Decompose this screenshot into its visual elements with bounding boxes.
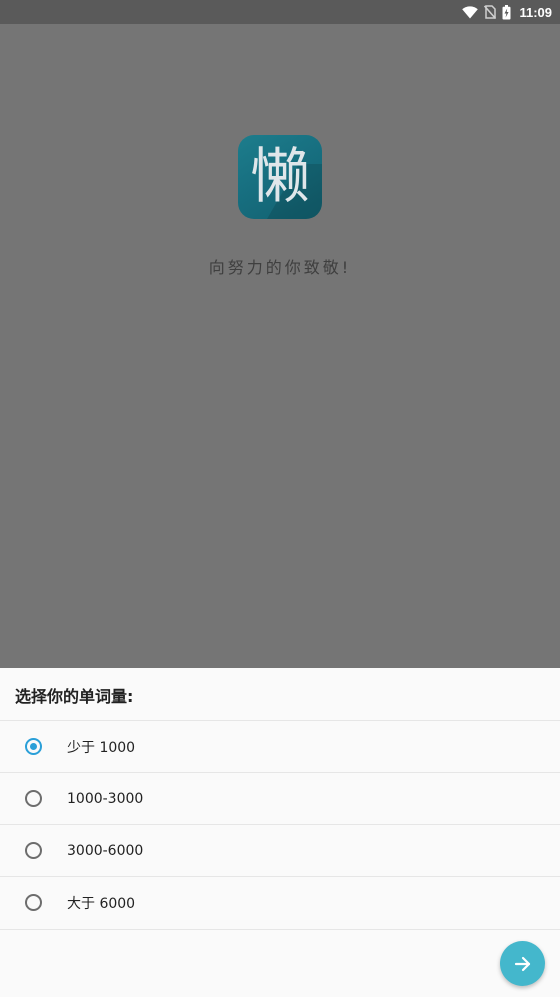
option-label: 1000-3000 [67, 790, 144, 807]
option-label: 少于 1000 [67, 739, 136, 756]
radio-button[interactable] [25, 894, 42, 911]
status-time: 11:09 [519, 4, 552, 20]
app-logo: 懒 [238, 135, 322, 219]
option-row-less-than-1000[interactable]: 少于 1000 [0, 720, 560, 772]
vocabulary-bottom-sheet: 选择你的单词量: 少于 1000 1000-3000 3000-6000 大于 … [0, 668, 560, 997]
arrow-right-icon [514, 956, 530, 971]
radio-button-selected[interactable] [25, 738, 42, 755]
next-button[interactable] [500, 941, 545, 986]
option-label: 3000-6000 [67, 842, 144, 859]
radio-button[interactable] [25, 790, 42, 807]
option-row-1000-3000[interactable]: 1000-3000 [0, 772, 560, 824]
radio-button[interactable] [25, 842, 42, 859]
status-bar: 11:09 [0, 0, 560, 24]
option-row-more-than-6000[interactable]: 大于 6000 [0, 876, 560, 928]
splash-background [0, 24, 560, 668]
divider [0, 929, 560, 930]
no-sim-icon [484, 5, 497, 19]
option-label: 大于 6000 [67, 895, 136, 912]
sheet-title: 选择你的单词量: [15, 687, 134, 706]
tagline: 向努力的你致敬! [208, 258, 352, 277]
wifi-icon [462, 5, 479, 19]
battery-charging-icon [502, 4, 511, 20]
option-row-3000-6000[interactable]: 3000-6000 [0, 824, 560, 876]
logo-character: 懒 [250, 142, 310, 212]
